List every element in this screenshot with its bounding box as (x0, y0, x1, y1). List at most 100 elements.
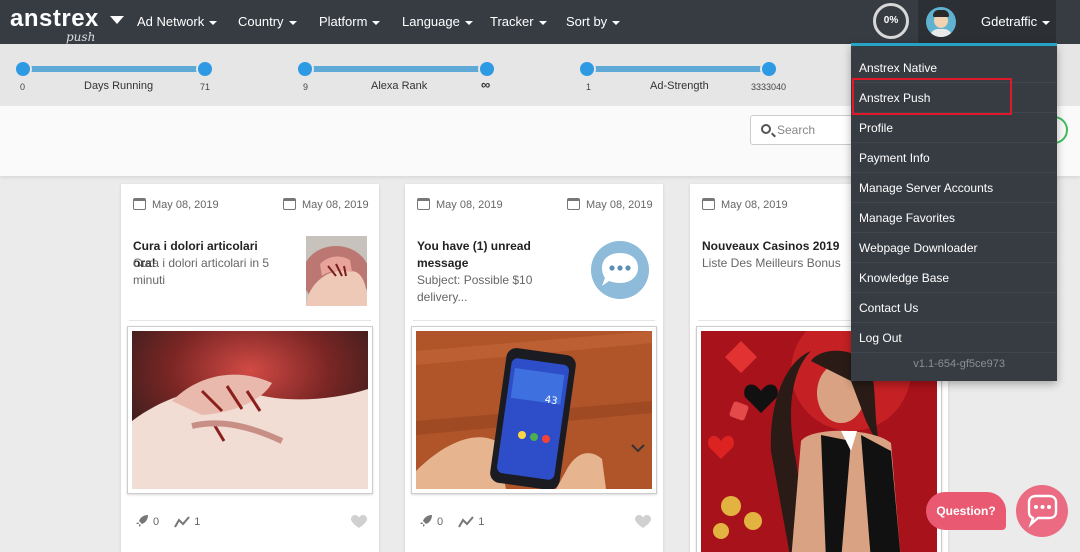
date-text: May 08, 2019 (152, 199, 219, 211)
slider-track[interactable] (586, 66, 776, 72)
menu-item-knowledge-base[interactable]: Knowledge Base (851, 263, 1057, 293)
menu-item-manage-server-accounts[interactable]: Manage Server Accounts (851, 173, 1057, 203)
nav-label: Tracker (490, 14, 534, 29)
chevron-down-icon (288, 20, 297, 25)
nav-platform[interactable]: Platform (319, 14, 381, 29)
ad-card[interactable]: May 08, 2019 May 08, 2019 Cura i dolori … (121, 184, 379, 552)
last-seen-date: May 08, 2019 (283, 198, 369, 211)
menu-item-contact-us[interactable]: Contact Us (851, 293, 1057, 323)
nav-label: Country (238, 14, 284, 29)
ad-stats: 0 1 (419, 514, 496, 528)
slider-track[interactable] (22, 66, 212, 72)
ad-icon-image (306, 236, 367, 306)
slider-days-running[interactable]: 0 Days Running 71 (14, 44, 216, 106)
ad-hero-image[interactable]: 43 (411, 326, 657, 494)
slider-label: Alexa Rank (371, 80, 428, 92)
chevron-down-icon (538, 20, 547, 25)
chevron-down-icon (612, 20, 621, 25)
nav-sort-by[interactable]: Sort by (566, 14, 621, 29)
app-version: v1.1-654-gf5ce973 (913, 358, 1005, 370)
slider-max-handle[interactable] (478, 60, 496, 78)
rocket-count: 0 (437, 516, 444, 528)
slider-min-value: 1 (586, 82, 592, 92)
chat-icon (1027, 494, 1058, 528)
calendar-icon (133, 198, 146, 210)
trend-icon (174, 516, 190, 528)
first-seen-date: May 08, 2019 (417, 198, 503, 211)
divider (413, 320, 655, 321)
svg-text:43: 43 (544, 395, 558, 408)
calendar-icon (283, 198, 296, 210)
chevron-down-icon (1042, 20, 1051, 25)
slider-min-handle[interactable] (296, 60, 314, 78)
top-navbar: anstrex push Ad Network Country Platform… (0, 0, 1080, 44)
slider-min-handle[interactable] (578, 60, 596, 78)
nav-language[interactable]: Language (402, 14, 473, 29)
nav-label: Sort by (566, 14, 608, 29)
brand-name: anstrex (10, 5, 99, 32)
calendar-icon (417, 198, 430, 210)
menu-item-payment-info[interactable]: Payment Info (851, 143, 1057, 173)
slider-label: Days Running (84, 80, 154, 92)
slider-max-value: 3333040 (751, 82, 787, 92)
nav-label: Ad Network (137, 14, 205, 29)
slider-max-handle[interactable] (196, 60, 214, 78)
heart-icon[interactable] (635, 515, 651, 529)
ad-icon-image (590, 236, 651, 306)
search-icon (761, 124, 771, 134)
slider-max-handle[interactable] (760, 60, 778, 78)
menu-item-log-out[interactable]: Log Out (851, 323, 1057, 353)
ad-title: You have (1) unread message (417, 239, 531, 270)
calendar-icon (567, 198, 580, 210)
slider-ad-strength[interactable]: 1 Ad-Strength 3333040 (578, 44, 800, 106)
slider-alexa-rank[interactable]: 9 Alexa Rank ∞ (296, 44, 498, 106)
date-text: May 08, 2019 (721, 199, 788, 211)
rocket-count: 0 (153, 516, 160, 528)
nav-label: Language (402, 14, 460, 29)
nav-country[interactable]: Country (238, 14, 297, 29)
chevron-down-icon (464, 20, 473, 25)
slider-min-handle[interactable] (14, 60, 32, 78)
slider-label: Ad-Strength (650, 80, 709, 92)
last-seen-date: May 08, 2019 (567, 198, 653, 211)
selection-highlight (852, 78, 1012, 115)
rocket-icon (136, 515, 148, 527)
menu-item-profile[interactable]: Profile (851, 113, 1057, 143)
ad-title: Nouveaux Casinos 2019 (702, 239, 840, 253)
brand-sub: push (66, 30, 96, 44)
divider (129, 320, 371, 321)
avatar (926, 7, 956, 37)
user-name-text: Gdetraffic (981, 14, 1038, 29)
ad-stats: 0 1 (135, 514, 212, 528)
user-menu-toggle[interactable]: Gdetraffic (918, 0, 1056, 44)
ad-body: Cura i dolori articolari in 5 minuti (133, 256, 270, 287)
date-text: May 08, 2019 (436, 199, 503, 211)
date-text: May 08, 2019 (302, 199, 369, 211)
slider-track[interactable] (304, 66, 494, 72)
chevron-down-icon (372, 20, 381, 25)
ad-body: Subject: Possible $10 delivery... (417, 273, 533, 304)
ad-card[interactable]: May 08, 2019 May 08, 2019 You have (1) u… (405, 184, 663, 552)
progress-indicator: 0% (873, 3, 909, 39)
ad-hero-image[interactable] (127, 326, 373, 494)
slider-min-value: 0 (20, 82, 26, 92)
slider-max-value: 71 (200, 82, 211, 92)
slider-max-value: ∞ (481, 77, 491, 92)
first-seen-date: May 08, 2019 (133, 198, 219, 211)
menu-item-webpage-downloader[interactable]: Webpage Downloader (851, 233, 1057, 263)
heart-icon[interactable] (351, 515, 367, 529)
first-seen-date: May 08, 2019 (702, 198, 788, 211)
menu-item-manage-favorites[interactable]: Manage Favorites (851, 203, 1057, 233)
nav-ad-network[interactable]: Ad Network (137, 14, 218, 29)
brand-caret-icon[interactable] (110, 16, 124, 24)
question-bubble[interactable]: Question? (926, 492, 1006, 530)
chat-button[interactable] (1016, 485, 1068, 537)
trend-count: 1 (478, 516, 485, 528)
trend-icon (458, 516, 474, 528)
nav-tracker[interactable]: Tracker (490, 14, 547, 29)
brand-logo[interactable]: anstrex push (10, 5, 124, 44)
calendar-icon (702, 198, 715, 210)
user-name: Gdetraffic (981, 14, 1051, 29)
nav-label: Platform (319, 14, 368, 29)
date-text: May 08, 2019 (586, 199, 653, 211)
